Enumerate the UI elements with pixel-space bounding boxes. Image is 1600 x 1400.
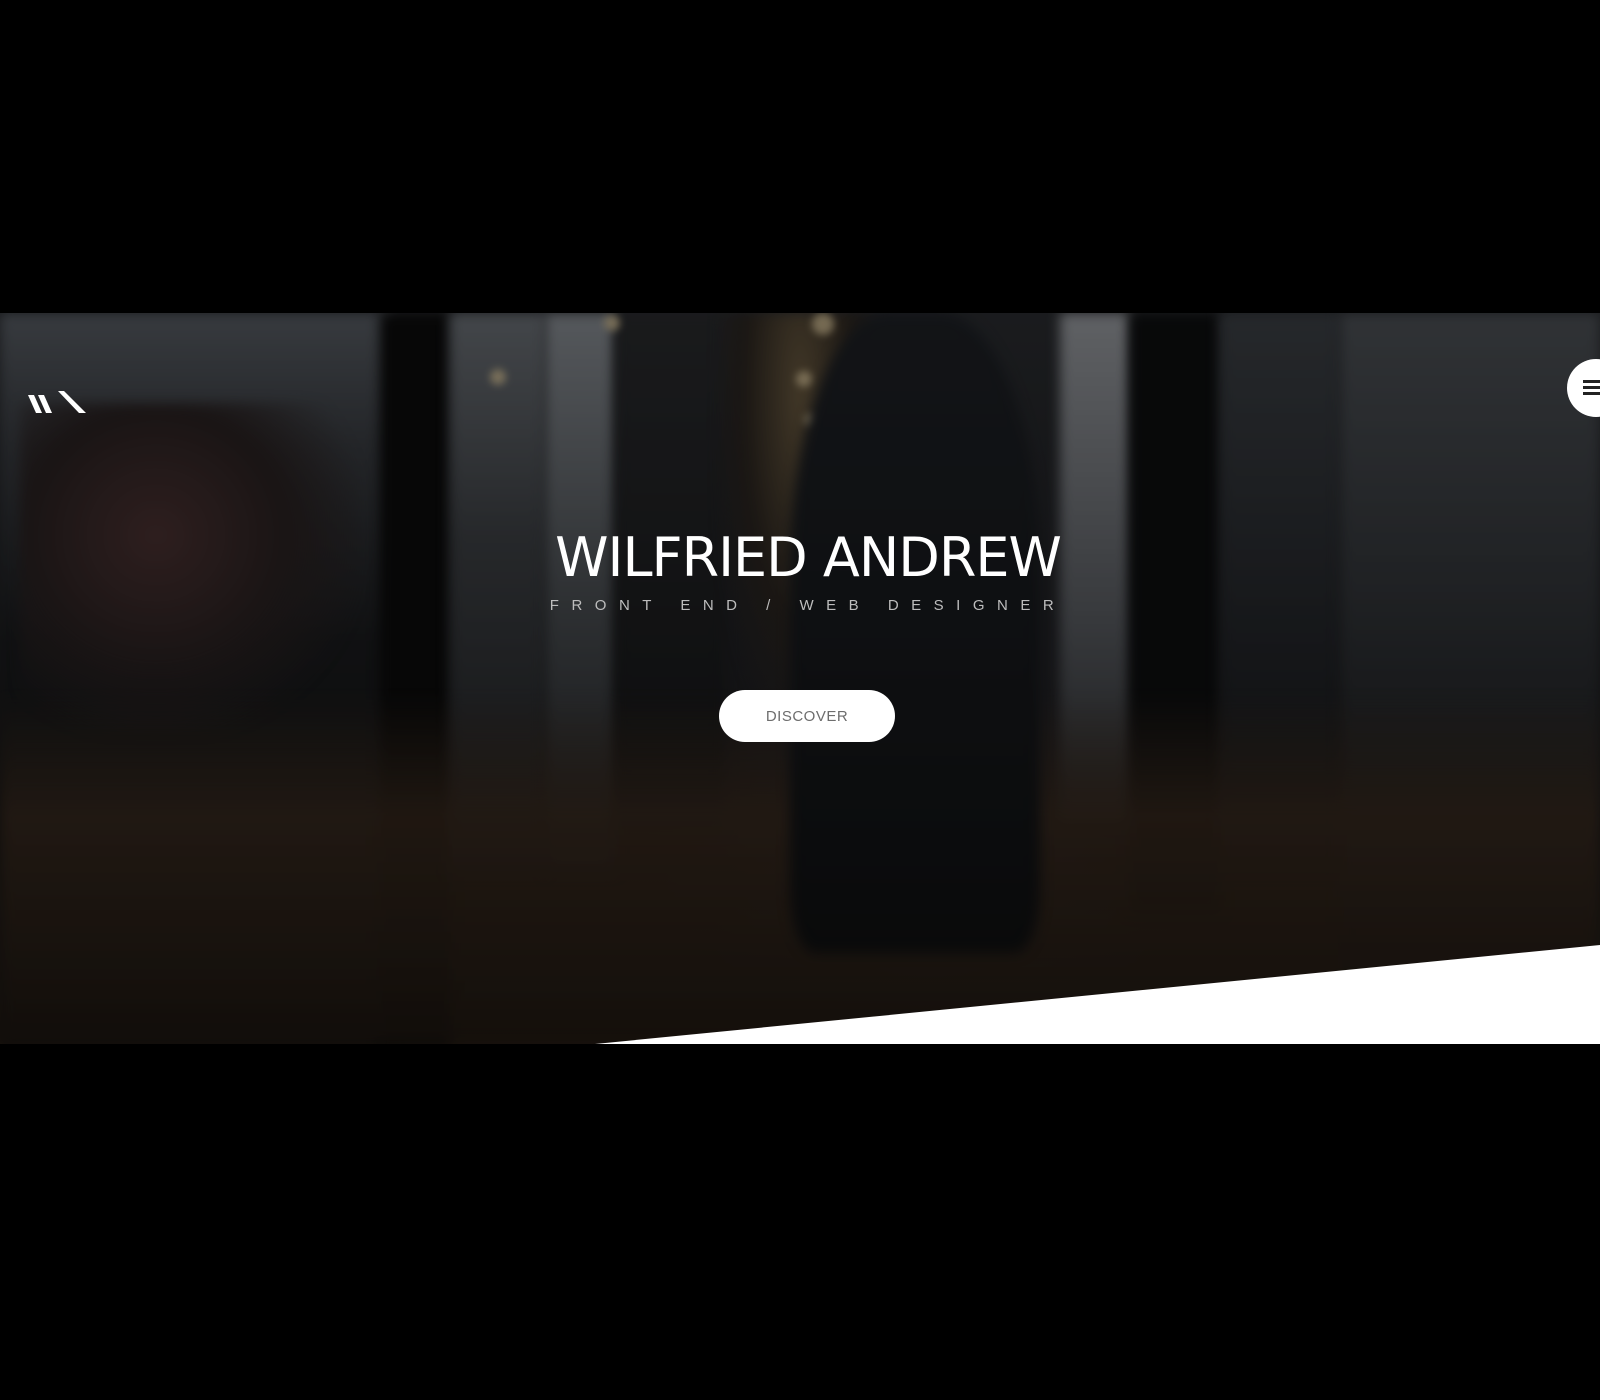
page-frame: WILFRIED ANDREW FRONT END / WEB DESIGNER…: [0, 0, 1600, 1400]
hero-overlay: [0, 313, 1600, 1044]
hamburger-menu-icon: [1583, 380, 1600, 396]
wa-monogram-icon[interactable]: [28, 391, 86, 417]
hero-subtitle: FRONT END / WEB DESIGNER: [549, 597, 1067, 614]
discover-button[interactable]: DISCOVER: [719, 690, 895, 742]
hero-section: [0, 313, 1600, 1044]
hero-title: WILFRIED ANDREW: [555, 526, 1062, 589]
